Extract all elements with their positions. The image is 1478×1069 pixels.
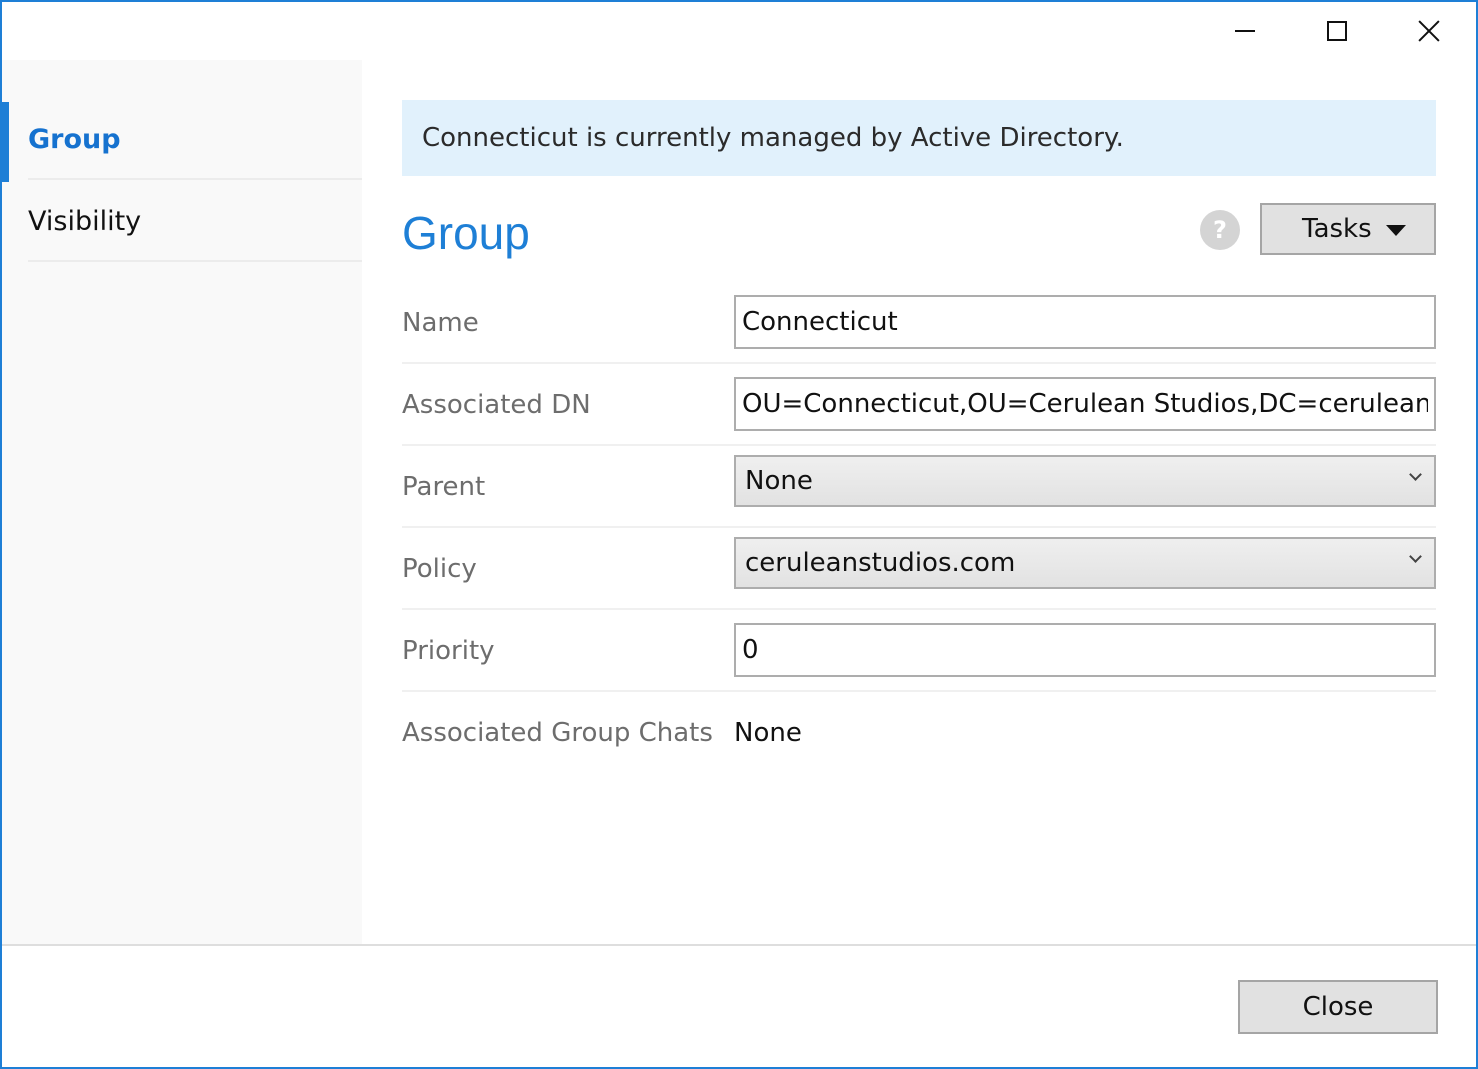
title-bar: [2, 2, 1476, 60]
minimize-button[interactable]: [1210, 6, 1280, 56]
associated-dn-label: Associated DN: [402, 390, 591, 420]
question-circle-icon: ?: [1213, 216, 1227, 244]
parent-row: Parent None: [402, 446, 1436, 528]
sidebar-item-visibility[interactable]: Visibility: [28, 182, 362, 262]
sidebar-item-label: Visibility: [28, 205, 142, 237]
info-banner: Connecticut is currently managed by Acti…: [402, 100, 1436, 176]
parent-select[interactable]: None: [734, 455, 1436, 507]
name-label: Name: [402, 308, 479, 338]
page-title: Group: [402, 207, 530, 259]
close-window-button[interactable]: [1394, 6, 1464, 56]
group-chats-row: Associated Group Chats None: [402, 692, 1436, 774]
sidebar: Group Visibility: [2, 60, 362, 944]
name-row: Name: [402, 282, 1436, 364]
dialog-window: Group Visibility Connecticut is currentl…: [0, 0, 1478, 1069]
sidebar-item-label: Group: [28, 123, 121, 155]
close-button-label: Close: [1302, 992, 1374, 1022]
group-chats-value: None: [734, 718, 802, 748]
caret-down-icon: [1386, 225, 1406, 236]
minimize-icon: [1235, 30, 1255, 32]
priority-label: Priority: [402, 636, 495, 666]
tasks-label: Tasks: [1302, 214, 1372, 244]
active-nav-indicator: [2, 102, 9, 182]
priority-row: Priority: [402, 610, 1436, 692]
chevron-down-icon: [1409, 468, 1422, 481]
priority-input[interactable]: [734, 623, 1436, 677]
policy-row: Policy ceruleanstudios.com: [402, 528, 1436, 610]
tasks-dropdown-button[interactable]: Tasks: [1260, 203, 1436, 255]
maximize-button[interactable]: [1302, 6, 1372, 56]
footer-divider: [2, 944, 1476, 946]
parent-label: Parent: [402, 472, 486, 502]
associated-dn-input[interactable]: [734, 377, 1436, 431]
close-button[interactable]: Close: [1238, 980, 1438, 1034]
main-content: Connecticut is currently managed by Acti…: [362, 60, 1476, 944]
help-button[interactable]: ?: [1200, 210, 1240, 250]
parent-selected-value: None: [745, 466, 813, 496]
maximize-icon: [1327, 21, 1347, 41]
chevron-down-icon: [1409, 550, 1422, 563]
banner-text: Connecticut is currently managed by Acti…: [422, 123, 1124, 153]
name-input[interactable]: [734, 295, 1436, 349]
associated-dn-row: Associated DN: [402, 364, 1436, 446]
sidebar-item-group[interactable]: Group: [28, 100, 362, 180]
group-chats-label: Associated Group Chats: [402, 718, 713, 748]
policy-label: Policy: [402, 554, 477, 584]
policy-selected-value: ceruleanstudios.com: [745, 548, 1016, 578]
policy-select[interactable]: ceruleanstudios.com: [734, 537, 1436, 589]
close-icon: [1418, 20, 1440, 42]
